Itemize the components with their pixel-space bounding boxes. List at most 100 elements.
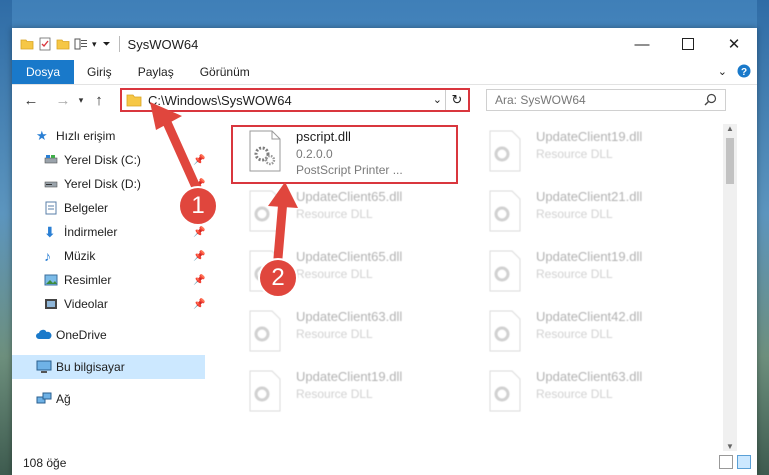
scroll-down-icon[interactable]: ▼: [726, 442, 734, 451]
sidebar-item-label: Yerel Disk (D:): [64, 177, 141, 191]
folder-icon: [126, 94, 142, 107]
dll-file-icon: [489, 130, 521, 172]
search-placeholder: Ara: SysWOW64: [495, 93, 586, 107]
pin-icon[interactable]: 📌: [193, 299, 205, 310]
dll-file-icon: [489, 250, 521, 292]
pin-icon[interactable]: 📌: [193, 227, 205, 238]
search-icon: [704, 93, 717, 106]
search-box[interactable]: Ara: SysWOW64: [486, 89, 726, 111]
star-icon: ★: [36, 128, 48, 143]
close-icon: ✕: [727, 36, 741, 53]
sidebar-item-local-disk-d[interactable]: Yerel Disk (D:) 📌: [12, 172, 205, 196]
file-item[interactable]: UpdateClient63.dll Resource DLL: [480, 364, 700, 420]
quick-access-toolbar: ▾ ⏷: [12, 37, 111, 51]
file-highlight: [231, 125, 458, 184]
sidebar-item-this-pc[interactable]: Bu bilgisayar: [12, 355, 205, 379]
desktop-background-right: [757, 0, 769, 475]
scroll-thumb[interactable]: [726, 138, 734, 184]
tab-share[interactable]: Paylaş: [125, 60, 187, 84]
tab-view[interactable]: Görünüm: [187, 60, 263, 84]
sidebar-item-videos[interactable]: Videolar 📌: [12, 292, 205, 316]
dll-file-icon: [489, 370, 521, 412]
drive-icon: [44, 155, 58, 164]
large-icons-view-icon[interactable]: [737, 455, 751, 469]
pin-icon[interactable]: 📌: [193, 155, 205, 166]
help-icon[interactable]: ?: [737, 64, 751, 78]
file-description: Resource DLL: [536, 147, 613, 161]
sidebar-item-label: Ağ: [56, 392, 71, 406]
file-item[interactable]: UpdateClient21.dll Resource DLL: [480, 184, 700, 240]
file-description: Resource DLL: [536, 207, 613, 221]
new-folder-icon[interactable]: [56, 37, 70, 51]
pictures-icon: [44, 274, 58, 286]
address-bar[interactable]: C:\Windows\SysWOW64 ⌄ ↻: [120, 88, 470, 112]
tab-file[interactable]: Dosya: [12, 60, 75, 84]
forward-arrow-icon[interactable]: →: [52, 92, 74, 109]
file-item[interactable]: UpdateClient63.dll Resource DLL: [240, 304, 460, 360]
dll-file-icon: [489, 190, 521, 232]
sidebar-item-network[interactable]: Ağ: [12, 387, 205, 411]
download-icon: ⬇: [44, 224, 56, 240]
computer-icon: [36, 360, 52, 373]
recent-locations-icon[interactable]: ▾: [74, 95, 88, 106]
sidebar-item-quick-access[interactable]: ★ Hızlı erişim: [12, 124, 205, 148]
svg-text:?: ?: [741, 67, 747, 78]
address-path[interactable]: C:\Windows\SysWOW64: [148, 93, 292, 108]
sidebar-item-onedrive[interactable]: OneDrive: [12, 323, 205, 347]
customize-qat-icon[interactable]: ⏷: [103, 39, 111, 50]
folder-icon[interactable]: [20, 37, 34, 51]
drive-icon: [44, 181, 58, 188]
sidebar-item-local-disk-c[interactable]: Yerel Disk (C:) 📌: [12, 148, 205, 172]
tab-home[interactable]: Giriş: [74, 60, 125, 84]
videos-icon: [45, 299, 57, 309]
scroll-up-icon[interactable]: ▲: [726, 124, 734, 133]
close-button[interactable]: ✕: [711, 28, 757, 60]
chevron-down-icon[interactable]: ⌄: [433, 93, 442, 106]
file-description: Resource DLL: [296, 267, 373, 281]
properties-icon[interactable]: [38, 37, 52, 51]
callout-1: 1: [178, 186, 218, 226]
expand-ribbon-icon[interactable]: ⌄: [718, 65, 727, 78]
pin-icon[interactable]: 📌: [193, 251, 205, 262]
sidebar-item-pictures[interactable]: Resimler 📌: [12, 268, 205, 292]
sidebar-item-label: Videolar: [64, 297, 108, 311]
title-separator: [118, 36, 120, 52]
file-item[interactable]: UpdateClient65.dll Resource DLL: [240, 184, 460, 240]
file-description: Resource DLL: [296, 207, 373, 221]
file-item[interactable]: UpdateClient19.dll Resource DLL: [240, 364, 460, 420]
title-bar: ▾ ⏷ SysWOW64 — ✕: [12, 28, 757, 60]
maximize-button[interactable]: [665, 28, 711, 60]
desktop-background-left: [0, 0, 12, 475]
file-item[interactable]: UpdateClient19.dll Resource DLL: [480, 124, 700, 180]
minimize-button[interactable]: —: [619, 28, 665, 60]
qat-dropdown-icon[interactable]: ▾: [92, 39, 97, 50]
file-name: UpdateClient42.dll: [536, 309, 643, 324]
minimize-icon: —: [634, 35, 650, 53]
pin-icon[interactable]: 📌: [193, 275, 205, 286]
sidebar-item-label: Bu bilgisayar: [56, 360, 125, 374]
window-title: SysWOW64: [127, 36, 199, 52]
vertical-scrollbar[interactable]: ▲ ▼: [723, 124, 737, 451]
cloud-icon: [36, 329, 52, 339]
file-name: UpdateClient65.dll: [296, 249, 403, 264]
file-description: Resource DLL: [536, 327, 613, 341]
file-name: UpdateClient21.dll: [536, 189, 643, 204]
details-view-icon[interactable]: [719, 455, 733, 469]
back-arrow-icon[interactable]: ←: [20, 92, 42, 109]
refresh-button[interactable]: ↻: [445, 90, 468, 110]
file-item[interactable]: UpdateClient42.dll Resource DLL: [480, 304, 700, 360]
file-item[interactable]: UpdateClient19.dll Resource DLL: [480, 244, 700, 300]
explorer-window: ▾ ⏷ SysWOW64 — ✕ Dosya Giriş Paylaş Görü…: [12, 28, 757, 475]
up-arrow-icon[interactable]: ↑: [88, 92, 110, 109]
file-description: Resource DLL: [296, 387, 373, 401]
sidebar-item-music[interactable]: ♪ Müzik 📌: [12, 244, 205, 268]
sidebar-item-documents[interactable]: Belgeler 📌: [12, 196, 205, 220]
file-name: UpdateClient19.dll: [536, 249, 643, 264]
music-icon: ♪: [44, 248, 51, 264]
layout-icon[interactable]: [74, 37, 88, 51]
file-description: Resource DLL: [296, 327, 373, 341]
sidebar-item-label: OneDrive: [56, 328, 107, 342]
file-description: Resource DLL: [536, 267, 613, 281]
sidebar-item-downloads[interactable]: ⬇ İndirmeler 📌: [12, 220, 205, 244]
dll-file-icon: [249, 370, 281, 412]
